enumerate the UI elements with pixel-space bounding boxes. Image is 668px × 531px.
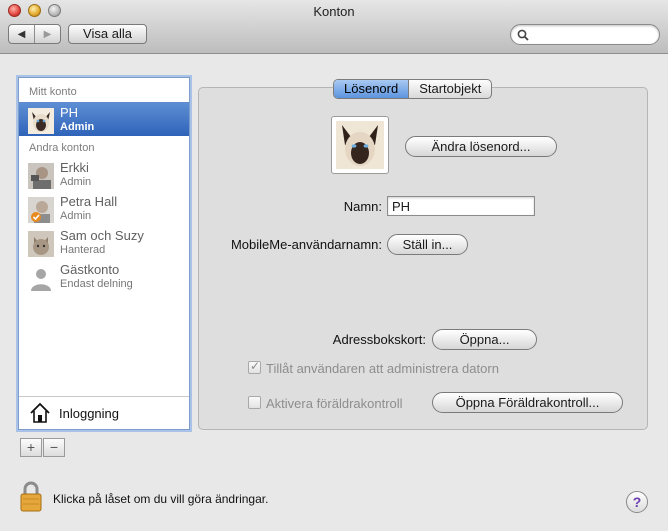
account-name: Gästkonto xyxy=(60,262,120,277)
account-name: Petra Hall xyxy=(60,194,118,209)
account-role: Hanterad xyxy=(60,244,106,256)
name-field[interactable]: PH xyxy=(387,196,535,216)
cat-photo-icon xyxy=(28,231,54,257)
account-row-petra-hall[interactable]: Petra Hall Admin xyxy=(19,192,189,226)
tab-login-items[interactable]: Startobjekt xyxy=(408,80,491,98)
account-role: Admin xyxy=(60,210,92,222)
my-account-header: Mitt konto xyxy=(29,86,77,98)
siamese-cat-icon xyxy=(28,108,54,134)
other-accounts-header: Andra konton xyxy=(29,142,95,154)
user-photo-icon xyxy=(28,197,54,223)
account-role: Endast delning xyxy=(60,278,133,290)
user-picture[interactable] xyxy=(331,116,389,174)
house-icon xyxy=(30,402,50,423)
siamese-cat-icon xyxy=(336,121,384,169)
help-button[interactable]: ? xyxy=(626,491,648,513)
accounts-list[interactable]: Mitt konto PH Admin Andra konton Erkki A… xyxy=(18,77,190,430)
mobileme-setup-button[interactable]: Ställ in... xyxy=(387,234,468,255)
remove-account-button[interactable]: − xyxy=(43,438,65,457)
window-title: Konton xyxy=(313,4,355,19)
parental-controls-checkbox[interactable] xyxy=(248,396,261,409)
title-bar: Konton ◀ ▶ Visa alla xyxy=(0,0,668,54)
show-all-button[interactable]: Visa alla xyxy=(68,24,147,44)
lock-hint-text: Klicka på låset om du vill göra ändringa… xyxy=(53,492,269,506)
open-parental-controls-button[interactable]: Öppna Föräldrakontroll... xyxy=(432,392,623,413)
tab-bar: Lösenord Startobjekt xyxy=(333,79,493,99)
tab-password[interactable]: Lösenord xyxy=(334,80,409,98)
account-row-gastkonto[interactable]: Gästkonto Endast delning xyxy=(19,260,189,294)
name-label: Namn: xyxy=(343,199,382,214)
search-icon xyxy=(517,29,529,41)
user-photo-icon xyxy=(28,163,54,189)
add-account-button[interactable]: + xyxy=(20,438,42,457)
account-row-sam-och-suzy[interactable]: Sam och Suzy Hanterad xyxy=(19,226,189,260)
account-name: Sam och Suzy xyxy=(60,228,144,243)
mobileme-label: MobileMe-användarnamn: xyxy=(230,237,382,252)
account-role: Admin xyxy=(60,121,95,133)
account-name: Erkki xyxy=(60,160,89,175)
account-row-erkki[interactable]: Erkki Admin xyxy=(19,158,189,192)
forward-button[interactable]: ▶ xyxy=(34,25,60,43)
search-input[interactable] xyxy=(510,24,660,45)
guest-silhouette-icon xyxy=(31,269,51,291)
lock-icon[interactable] xyxy=(19,480,43,512)
account-row-ph[interactable]: PH Admin xyxy=(19,102,189,136)
change-password-button[interactable]: Ändra lösenord... xyxy=(405,136,557,157)
back-button[interactable]: ◀ xyxy=(9,25,34,43)
address-card-label: Adressbokskort: xyxy=(332,332,426,347)
login-options-row[interactable]: Inloggning xyxy=(19,396,189,429)
allow-admin-checkbox[interactable] xyxy=(248,359,261,374)
account-name: PH xyxy=(60,105,79,120)
allow-admin-label: Tillåt användaren att administrera dator… xyxy=(266,361,499,376)
account-role: Admin xyxy=(60,176,92,188)
back-forward-control: ◀ ▶ xyxy=(8,24,61,44)
open-address-card-button[interactable]: Öppna... xyxy=(432,329,537,350)
parental-controls-label: Aktivera föräldrakontroll xyxy=(266,396,403,411)
login-options-label: Inloggning xyxy=(59,406,119,421)
